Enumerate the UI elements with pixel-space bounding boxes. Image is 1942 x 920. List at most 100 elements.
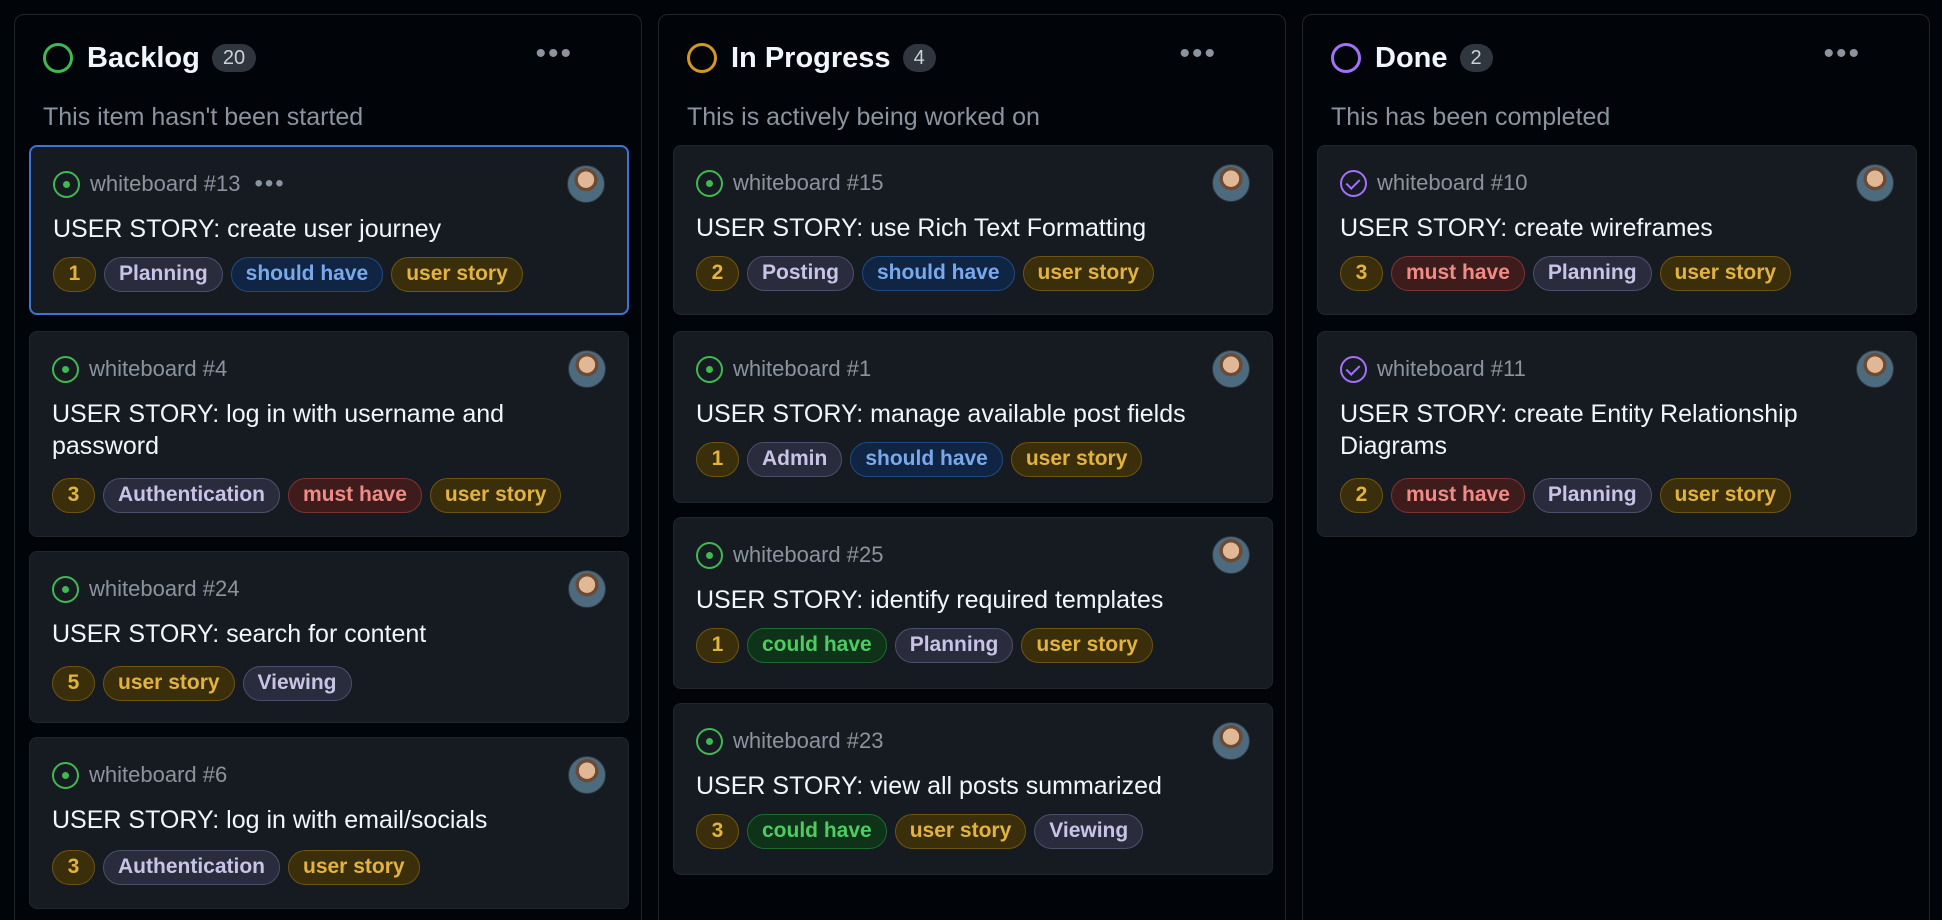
card-ref-link[interactable]: whiteboard #13 — [90, 171, 240, 197]
open-issue-icon — [696, 169, 723, 197]
label-must-have: must have — [288, 478, 422, 513]
label-user-story: user story — [1659, 256, 1792, 291]
label-should-have: should have — [230, 257, 384, 292]
assignee-avatar[interactable] — [568, 570, 606, 608]
card[interactable]: whiteboard #1 USER STORY: manage availab… — [673, 331, 1273, 503]
label-user-story: user story — [1022, 256, 1155, 291]
card-ref-link[interactable]: whiteboard #15 — [733, 170, 883, 196]
label-points: 5 — [52, 666, 95, 701]
card-title[interactable]: USER STORY: log in with username and pas… — [52, 398, 568, 462]
label-authentication: Authentication — [103, 850, 280, 885]
column-in-progress: In Progress 4 ••• This is actively being… — [658, 14, 1286, 920]
card-labels: 3 Authentication must have user story — [52, 478, 562, 513]
card[interactable]: whiteboard #11 USER STORY: create Entity… — [1317, 331, 1917, 537]
column-menu-button[interactable]: ••• — [535, 39, 573, 69]
card-menu-button[interactable]: ••• — [254, 172, 285, 196]
card-header: whiteboard #11 — [1340, 354, 1526, 384]
card-header: whiteboard #23 — [696, 726, 883, 756]
label-should-have: should have — [862, 256, 1015, 291]
card[interactable]: whiteboard #10 USER STORY: create wirefr… — [1317, 145, 1917, 315]
label-points: 2 — [696, 256, 739, 291]
assignee-avatar[interactable] — [568, 756, 606, 794]
label-must-have: must have — [1391, 256, 1525, 291]
label-user-story: user story — [1659, 478, 1792, 513]
card-ref-link[interactable]: whiteboard #1 — [733, 356, 871, 382]
assignee-avatar[interactable] — [1212, 350, 1250, 388]
assignee-avatar[interactable] — [1856, 350, 1894, 388]
assignee-avatar[interactable] — [567, 165, 605, 203]
column-title: In Progress — [731, 41, 891, 74]
column-count-badge: 2 — [1459, 44, 1493, 72]
card-title[interactable]: USER STORY: create Entity Relationship D… — [1340, 398, 1856, 462]
card-ref-link[interactable]: whiteboard #24 — [89, 576, 239, 602]
label-user-story: user story — [429, 478, 562, 513]
label-could-have: could have — [747, 814, 887, 849]
assignee-avatar[interactable] — [1212, 536, 1250, 574]
status-circle-icon — [43, 43, 73, 73]
open-issue-icon — [696, 355, 723, 383]
card-ref-link[interactable]: whiteboard #6 — [89, 762, 227, 788]
card-title[interactable]: USER STORY: identify required templates — [696, 584, 1212, 616]
closed-issue-icon — [1340, 169, 1367, 197]
card-ref-link[interactable]: whiteboard #11 — [1377, 356, 1526, 382]
card-title[interactable]: USER STORY: use Rich Text Formatting — [696, 212, 1212, 244]
open-issue-icon — [52, 575, 79, 603]
card[interactable]: whiteboard #6 USER STORY: log in with em… — [29, 737, 629, 909]
label-user-story: user story — [391, 257, 523, 292]
card-title[interactable]: USER STORY: manage available post fields — [696, 398, 1212, 430]
label-planning: Planning — [1532, 256, 1652, 291]
card-ref-link[interactable]: whiteboard #4 — [89, 356, 227, 382]
label-user-story: user story — [103, 666, 235, 701]
column-menu-button[interactable]: ••• — [1823, 39, 1861, 69]
card-labels: 3 Authentication user story — [52, 850, 420, 885]
card-title[interactable]: USER STORY: create wireframes — [1340, 212, 1856, 244]
card-ref-link[interactable]: whiteboard #10 — [1377, 170, 1527, 196]
card-title[interactable]: USER STORY: search for content — [52, 618, 568, 650]
open-issue-icon — [53, 170, 80, 198]
column-description: This is actively being worked on — [687, 103, 1040, 131]
label-viewing: Viewing — [1034, 814, 1144, 849]
label-planning: Planning — [104, 257, 223, 292]
card-title[interactable]: USER STORY: log in with email/socials — [52, 804, 568, 836]
card[interactable]: whiteboard #4 USER STORY: log in with us… — [29, 331, 629, 537]
label-points: 3 — [52, 478, 95, 513]
label-planning: Planning — [1532, 478, 1652, 513]
column-done: Done 2 ••• This has been completed white… — [1302, 14, 1930, 920]
label-admin: Admin — [747, 442, 843, 477]
card-header: whiteboard #15 — [696, 168, 883, 198]
assignee-avatar[interactable] — [1212, 164, 1250, 202]
card[interactable]: whiteboard #25 USER STORY: identify requ… — [673, 517, 1273, 689]
column-description: This has been completed — [1331, 103, 1611, 131]
label-points: 3 — [696, 814, 739, 849]
assignee-avatar[interactable] — [568, 350, 606, 388]
label-user-story: user story — [1010, 442, 1143, 477]
open-issue-icon — [696, 727, 723, 755]
label-points: 1 — [53, 257, 96, 292]
column-menu-button[interactable]: ••• — [1179, 39, 1217, 69]
card-labels: 1 could have Planning user story — [696, 628, 1153, 663]
column-header: In Progress 4 ••• — [687, 39, 1265, 75]
card-ref-link[interactable]: whiteboard #25 — [733, 542, 883, 568]
assignee-avatar[interactable] — [1212, 722, 1250, 760]
label-user-story: user story — [1021, 628, 1153, 663]
card-labels: 3 could have user story Viewing — [696, 814, 1144, 849]
open-issue-icon — [52, 761, 79, 789]
column-count-badge: 4 — [902, 44, 936, 72]
card-title[interactable]: USER STORY: view all posts summarized — [696, 770, 1212, 802]
card[interactable]: whiteboard #23 USER STORY: view all post… — [673, 703, 1273, 875]
card-labels: 2 must have Planning user story — [1340, 478, 1792, 513]
card-ref-link[interactable]: whiteboard #23 — [733, 728, 883, 754]
card-header: whiteboard #13 ••• — [53, 169, 286, 199]
assignee-avatar[interactable] — [1856, 164, 1894, 202]
label-points: 1 — [696, 628, 739, 663]
card-labels: 5 user story Viewing — [52, 666, 352, 701]
column-header: Done 2 ••• — [1331, 39, 1909, 75]
card[interactable]: whiteboard #24 USER STORY: search for co… — [29, 551, 629, 723]
card-title[interactable]: USER STORY: create user journey — [53, 213, 567, 245]
label-could-have: could have — [747, 628, 887, 663]
card[interactable]: whiteboard #15 USER STORY: use Rich Text… — [673, 145, 1273, 315]
label-points: 3 — [52, 850, 95, 885]
label-planning: Planning — [894, 628, 1014, 663]
open-issue-icon — [696, 541, 723, 569]
card[interactable]: whiteboard #13 ••• USER STORY: create us… — [29, 145, 629, 315]
